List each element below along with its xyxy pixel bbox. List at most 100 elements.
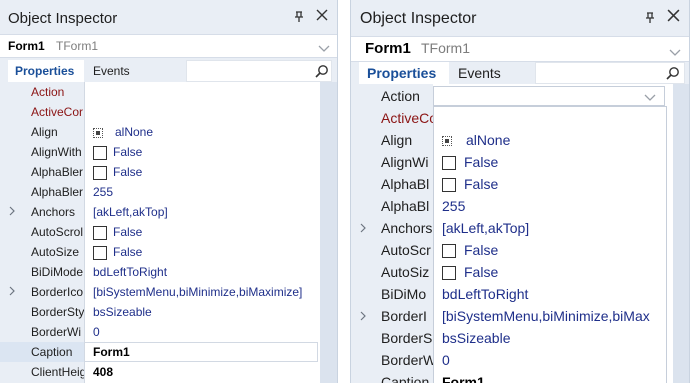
property-value[interactable]: 255 [93,182,113,202]
property-row[interactable]: AlphaBl False [351,173,673,195]
property-value[interactable]: False [93,242,142,262]
property-row[interactable]: ActiveCor [0,102,320,122]
property-value[interactable]: False [442,173,498,195]
property-value[interactable]: False [93,162,142,182]
object-class: TForm1 [421,40,470,56]
chevron-down-icon[interactable] [318,40,330,58]
property-value[interactable]: bdLeftToRight [442,283,528,305]
property-value[interactable]: False [93,222,142,242]
property-row[interactable]: AlignWi False [351,151,673,173]
checkbox[interactable] [93,145,107,160]
object-selector[interactable]: Form1 TForm1 [0,34,337,58]
property-row[interactable]: AlphaBler False [0,162,320,182]
property-value-text: False [113,245,143,259]
scrollbar[interactable] [673,84,689,383]
close-icon[interactable] [667,9,680,26]
property-value[interactable]: 0 [442,349,450,371]
scrollbar[interactable] [320,82,337,383]
checkbox[interactable] [93,245,107,260]
property-value[interactable]: bsSizeable [93,302,152,322]
property-row[interactable]: AutoSize False [0,242,320,262]
property-row[interactable]: AlphaBler 255 [0,182,320,202]
property-value-text: 0 [442,352,450,368]
property-row[interactable]: Caption Form1 [0,342,320,362]
property-value[interactable]: 255 [442,195,465,217]
property-value-text: [biSystemMenu,biMinimize,biMaximize] [93,285,303,299]
property-row[interactable]: BiDiMo bdLeftToRight [351,283,673,305]
property-name: AutoSiz [381,264,430,280]
pin-icon[interactable] [294,11,304,26]
tab-events[interactable]: Events [84,60,184,82]
property-row[interactable]: BorderWi 0 [0,322,320,342]
property-name: BorderIco [31,285,84,299]
search-input[interactable] [186,60,332,82]
action-dropdown[interactable] [433,86,665,106]
property-value-text: 255 [442,198,466,214]
tab-properties[interactable]: Properties [359,62,449,84]
checkbox[interactable] [93,225,107,240]
expand-icon[interactable] [359,305,367,327]
property-value[interactable]: Form1 [442,371,485,383]
property-value[interactable]: [akLeft,akTop] [442,217,529,239]
property-row[interactable]: AutoSiz False [351,261,673,283]
property-value[interactable]: alNone [442,129,510,151]
tab-properties[interactable]: Properties [8,60,84,82]
checkbox[interactable] [93,165,107,180]
property-value[interactable]: [akLeft,akTop] [93,202,168,222]
property-row[interactable]: AutoScr False [351,239,673,261]
property-name: Caption [31,345,73,359]
property-row[interactable]: BiDiMode bdLeftToRight [0,262,320,282]
checkbox[interactable] [442,266,456,281]
property-row[interactable]: Align alNone [0,122,320,142]
property-name: AlignWi [381,154,429,170]
property-value[interactable]: bdLeftToRight [93,262,167,282]
property-row[interactable]: ClientHeig 408 [0,362,320,382]
property-row[interactable]: Anchors [akLeft,akTop] [351,217,673,239]
object-selector[interactable]: Form1 TForm1 [351,36,689,62]
property-value[interactable]: Form1 [93,342,130,362]
property-value[interactable]: 0 [93,322,100,342]
property-row[interactable]: ActiveCo [351,107,673,129]
chevron-down-icon[interactable] [644,86,656,108]
checkbox[interactable] [442,244,456,259]
search-input[interactable] [535,62,685,84]
search-icon[interactable] [666,66,680,85]
tab-events[interactable]: Events [449,62,535,84]
close-icon[interactable] [316,8,328,25]
property-row[interactable]: Action [351,85,673,107]
property-name: Align [31,125,58,139]
property-value[interactable]: False [93,142,142,162]
property-value[interactable]: bsSizeable [442,327,511,349]
property-value-text: [akLeft,akTop] [93,205,168,219]
property-value[interactable]: 408 [93,362,113,382]
property-row[interactable]: BorderS bsSizeable [351,327,673,349]
property-row[interactable]: BorderSty bsSizeable [0,302,320,322]
property-value[interactable]: alNone [93,122,153,142]
property-row[interactable]: Align alNone [351,129,673,151]
expand-icon[interactable] [359,217,367,239]
property-value-text: 0 [93,325,100,339]
property-row[interactable]: AutoScrol False [0,222,320,242]
property-row[interactable]: AlphaBl 255 [351,195,673,217]
checkbox[interactable] [442,178,456,193]
property-row[interactable]: BorderIco [biSystemMenu,biMinimize,biMaxi… [0,282,320,302]
property-value-text: False [113,145,143,159]
property-row[interactable]: BorderW 0 [351,349,673,371]
search-icon[interactable] [315,64,329,83]
property-value[interactable]: False [442,239,498,261]
property-row[interactable]: AlignWith False [0,142,320,162]
chevron-down-icon[interactable] [669,44,681,62]
property-value[interactable]: False [442,151,498,173]
property-value[interactable]: False [442,261,498,283]
expand-icon[interactable] [8,202,16,222]
property-row[interactable]: BorderI [biSystemMenu,biMinimize,biMax [351,305,673,327]
property-value[interactable]: [biSystemMenu,biMinimize,biMaximize] [93,282,302,302]
property-row[interactable]: Anchors [akLeft,akTop] [0,202,320,222]
property-value[interactable]: [biSystemMenu,biMinimize,biMax [442,305,650,327]
property-row[interactable]: Caption Form1 [351,371,673,383]
expand-icon[interactable] [8,282,16,302]
checkbox[interactable] [442,156,456,171]
property-row[interactable]: Action [0,82,320,102]
property-name: BorderWi [31,325,82,339]
pin-icon[interactable] [645,12,655,27]
